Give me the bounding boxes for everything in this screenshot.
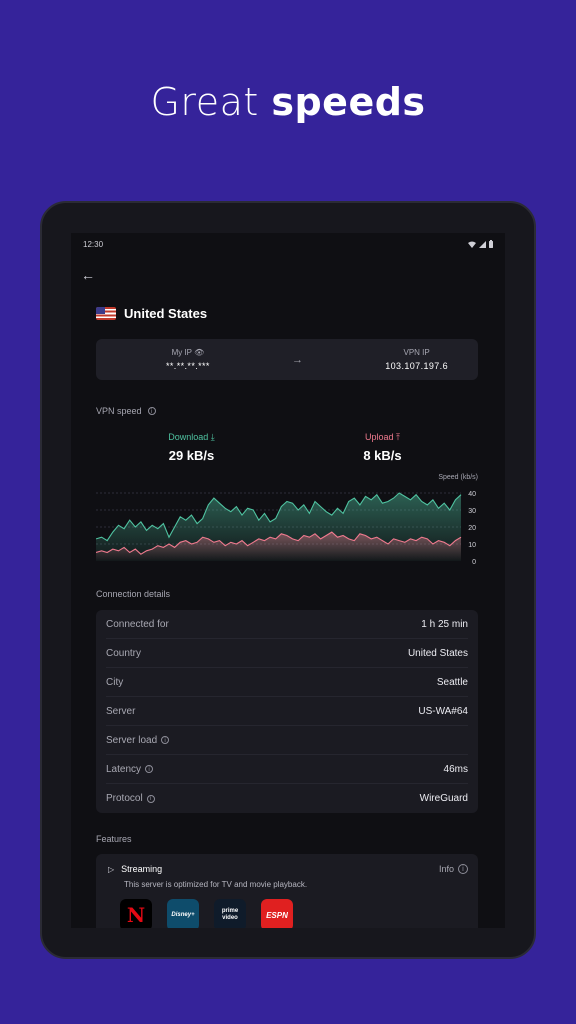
status-icons	[468, 240, 493, 248]
speed-summary: Download ⤓ 29 kB/s Upload ⤒ 8 kB/s	[96, 432, 478, 463]
chart-tick-label: 40	[468, 491, 476, 498]
main-content: United States My IP 👁 **.**.**.*** → VPN…	[71, 301, 505, 928]
detail-label-with-info: Server load i	[106, 734, 170, 746]
detail-row-connected-for: Connected for 1 h 25 min	[106, 610, 468, 639]
upload-arrow-icon: ⤒	[396, 432, 401, 442]
streaming-header: ▷ Streaming Info i	[108, 864, 468, 874]
streaming-title-row: ▷ Streaming	[108, 864, 162, 874]
detail-label: Latency	[106, 763, 142, 775]
country-header: United States	[96, 301, 478, 325]
prime-video-logo-icon: prime video	[214, 899, 246, 928]
connection-details-card: Connected for 1 h 25 min Country United …	[96, 610, 478, 813]
netflix-logo-icon: N	[120, 899, 152, 928]
top-bar: ←	[71, 255, 505, 295]
my-ip: My IP 👁 **.**.**.***	[166, 348, 210, 371]
streaming-info-label: Info	[438, 864, 454, 874]
battery-icon	[489, 240, 493, 248]
detail-row-server-load: Server load i	[106, 726, 468, 755]
download-arrow-icon: ⤓	[210, 432, 215, 442]
detail-label: Server load	[106, 734, 158, 746]
detail-label: Server	[106, 705, 136, 717]
app-screen: 12:30 ← United States My IP 👁 **.**.**.*…	[71, 233, 505, 928]
detail-value: WireGuard	[419, 793, 468, 804]
detail-label: Connected for	[106, 618, 169, 630]
info-icon[interactable]: i	[147, 407, 156, 415]
detail-row-city: City Seattle	[106, 668, 468, 697]
chart-y-axis-label: Speed (kb/s)	[438, 474, 478, 481]
vpn-speed-heading: VPN speed i	[96, 406, 478, 416]
download-value: 29 kB/s	[168, 448, 215, 463]
detail-row-latency: Latency i 46ms	[106, 755, 468, 784]
info-icon: i	[458, 864, 468, 874]
upload-label: Upload	[364, 432, 394, 442]
detail-row-server: Server US-WA#64	[106, 697, 468, 726]
upload-title: Upload ⤒	[287, 432, 478, 443]
detail-row-protocol: Protocol i WireGuard	[106, 784, 468, 813]
headline-light: Great	[150, 80, 259, 124]
disney-plus-logo-icon: Disney+	[167, 899, 199, 928]
us-flag-icon	[96, 306, 116, 320]
status-bar: 12:30	[71, 233, 505, 255]
play-icon: ▷	[108, 864, 115, 874]
detail-label-with-info: Latency i	[106, 763, 154, 775]
streaming-logos: N Disney+ prime video ESPN	[108, 899, 468, 928]
chart-tick-label: 20	[468, 525, 476, 532]
my-ip-value: **.**.**.***	[166, 361, 210, 371]
detail-label: Protocol	[106, 793, 143, 804]
speed-chart-svg: Speed (kb/s) 0 10 20 30 40	[96, 474, 478, 565]
vpn-speed-label: VPN speed	[96, 406, 142, 416]
features-label: Features	[96, 834, 132, 844]
chart-tick-label: 10	[468, 542, 476, 549]
detail-value: 1 h 25 min	[421, 618, 468, 630]
info-icon[interactable]: i	[145, 765, 154, 773]
ip-panel: My IP 👁 **.**.**.*** → VPN IP 103.107.19…	[96, 339, 478, 380]
detail-label-with-info: Protocol i	[106, 793, 155, 804]
detail-value: Seattle	[436, 676, 468, 688]
upload-speed: Upload ⤒ 8 kB/s	[287, 432, 478, 463]
headline-bold: speeds	[271, 80, 426, 124]
detail-value: US-WA#64	[418, 705, 468, 717]
my-ip-label-row: My IP 👁	[166, 348, 210, 357]
arrow-right-icon: →	[292, 353, 304, 366]
detail-value: 46ms	[443, 763, 468, 775]
detail-value: United States	[407, 647, 468, 659]
status-time: 12:30	[83, 239, 104, 249]
chart-tick-label: 30	[468, 508, 476, 515]
country-name: United States	[124, 305, 208, 321]
detail-label: City	[106, 676, 124, 688]
wifi-icon	[468, 241, 476, 248]
my-ip-label: My IP	[171, 348, 192, 357]
download-label: Download	[168, 432, 209, 442]
download-speed: Download ⤓ 29 kB/s	[96, 432, 287, 463]
streaming-title: Streaming	[121, 864, 163, 874]
streaming-info-button[interactable]: Info i	[439, 864, 468, 874]
signal-icon	[479, 240, 486, 248]
vpn-ip-label: VPN IP	[403, 348, 430, 357]
info-icon[interactable]: i	[146, 794, 155, 803]
speed-chart: Speed (kb/s) 0 10 20 30 40	[96, 469, 478, 565]
upload-value: 8 kB/s	[363, 448, 402, 463]
espn-logo-icon: ESPN	[261, 899, 293, 928]
streaming-feature-card[interactable]: ▷ Streaming Info i This server is optimi…	[96, 854, 478, 928]
chart-tick-label: 0	[472, 559, 476, 565]
streaming-description: This server is optimized for TV and movi…	[124, 880, 308, 889]
eye-icon[interactable]: 👁	[194, 348, 204, 357]
detail-label: Country	[106, 647, 142, 659]
headline: Great speeds	[0, 80, 576, 124]
back-arrow-icon[interactable]: ←	[81, 267, 95, 283]
info-icon[interactable]: i	[161, 736, 170, 744]
download-title: Download ⤓	[96, 432, 287, 443]
vpn-ip: VPN IP 103.107.197.6	[385, 348, 448, 371]
vpn-ip-value: 103.107.197.6	[385, 361, 448, 371]
connection-details-label: Connection details	[96, 589, 171, 599]
detail-row-country: Country United States	[106, 639, 468, 668]
